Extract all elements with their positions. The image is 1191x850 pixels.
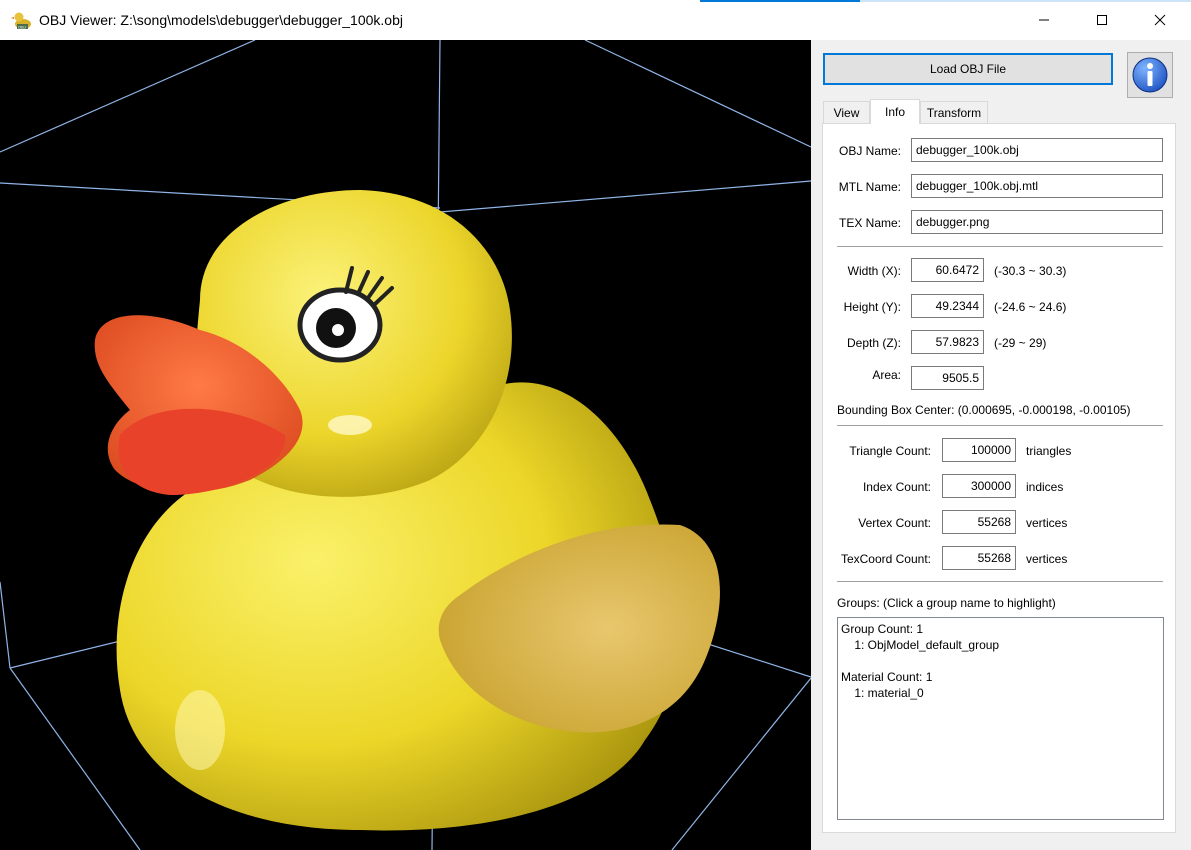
height-range: (-24.6 ~ 24.6): [994, 300, 1067, 314]
texcoord-count-label: TexCoord Count:: [840, 552, 931, 566]
groups-label: Groups: (Click a group name to highlight…: [837, 596, 1056, 610]
minimize-icon: [1039, 19, 1049, 21]
index-count-field[interactable]: 300000: [942, 474, 1016, 498]
window-title: OBJ Viewer: Z:\song\models\debugger\debu…: [39, 12, 403, 28]
svg-text:OBJ: OBJ: [18, 25, 26, 30]
obj-name-field[interactable]: debugger_100k.obj: [911, 138, 1163, 162]
info-icon: [1132, 57, 1168, 93]
depth-label: Depth (Z):: [846, 336, 901, 350]
vertex-count-unit: vertices: [1026, 516, 1068, 530]
vertex-count-label: Vertex Count:: [858, 516, 931, 530]
close-icon: [1154, 14, 1166, 26]
groups-list[interactable]: Group Count: 1 1: ObjModel_default_group…: [837, 617, 1164, 820]
texcoord-count-unit: vertices: [1026, 552, 1068, 566]
width-label: Width (X):: [847, 264, 901, 278]
height-field[interactable]: 49.2344: [911, 294, 984, 318]
mtl-name-field[interactable]: debugger_100k.obj.mtl: [911, 174, 1163, 198]
triangle-count-field[interactable]: 100000: [942, 438, 1016, 462]
minimize-button[interactable]: [1015, 0, 1073, 40]
control-panel: Load OBJ File View Info Transform OBJ Na…: [811, 40, 1191, 850]
tex-name-field[interactable]: debugger.png: [911, 210, 1163, 234]
3d-viewport[interactable]: [0, 40, 811, 850]
tab-view[interactable]: View: [823, 101, 870, 123]
index-count-label: Index Count:: [862, 480, 931, 494]
tab-transform[interactable]: Transform: [920, 101, 988, 123]
vertex-count-field[interactable]: 55268: [942, 510, 1016, 534]
load-obj-button[interactable]: Load OBJ File: [823, 53, 1113, 85]
divider: [837, 246, 1163, 247]
depth-field[interactable]: 57.9823: [911, 330, 984, 354]
obj-name-label: OBJ Name:: [838, 144, 901, 158]
divider: [837, 581, 1163, 582]
rubber-duck-icon: OBJ: [11, 12, 31, 30]
divider: [837, 425, 1163, 426]
tab-info[interactable]: Info: [870, 99, 920, 124]
close-button[interactable]: [1131, 0, 1189, 40]
info-button[interactable]: [1127, 52, 1173, 98]
width-field[interactable]: 60.6472: [911, 258, 984, 282]
depth-range: (-29 ~ 29): [994, 336, 1047, 350]
area-field[interactable]: 9505.5: [911, 366, 984, 390]
mtl-name-label: MTL Name:: [838, 180, 901, 194]
maximize-icon: [1097, 15, 1107, 25]
area-label: Area:: [872, 368, 901, 382]
tex-name-label: TEX Name:: [838, 216, 901, 230]
height-label: Height (Y):: [843, 300, 901, 314]
bbox-center: Bounding Box Center: (0.000695, -0.00019…: [837, 403, 1131, 417]
duck-model-render: [0, 40, 811, 850]
titlebar-accent: [700, 0, 860, 2]
title-bar: OBJ OBJ Viewer: Z:\song\models\debugger\…: [0, 0, 1191, 40]
info-tab-page: OBJ Name: debugger_100k.obj MTL Name: de…: [822, 123, 1176, 833]
maximize-button[interactable]: [1073, 0, 1131, 40]
triangle-count-label: Triangle Count:: [849, 444, 931, 458]
texcoord-count-field[interactable]: 55268: [942, 546, 1016, 570]
triangle-count-unit: triangles: [1026, 444, 1072, 458]
index-count-unit: indices: [1026, 480, 1064, 494]
width-range: (-30.3 ~ 30.3): [994, 264, 1067, 278]
